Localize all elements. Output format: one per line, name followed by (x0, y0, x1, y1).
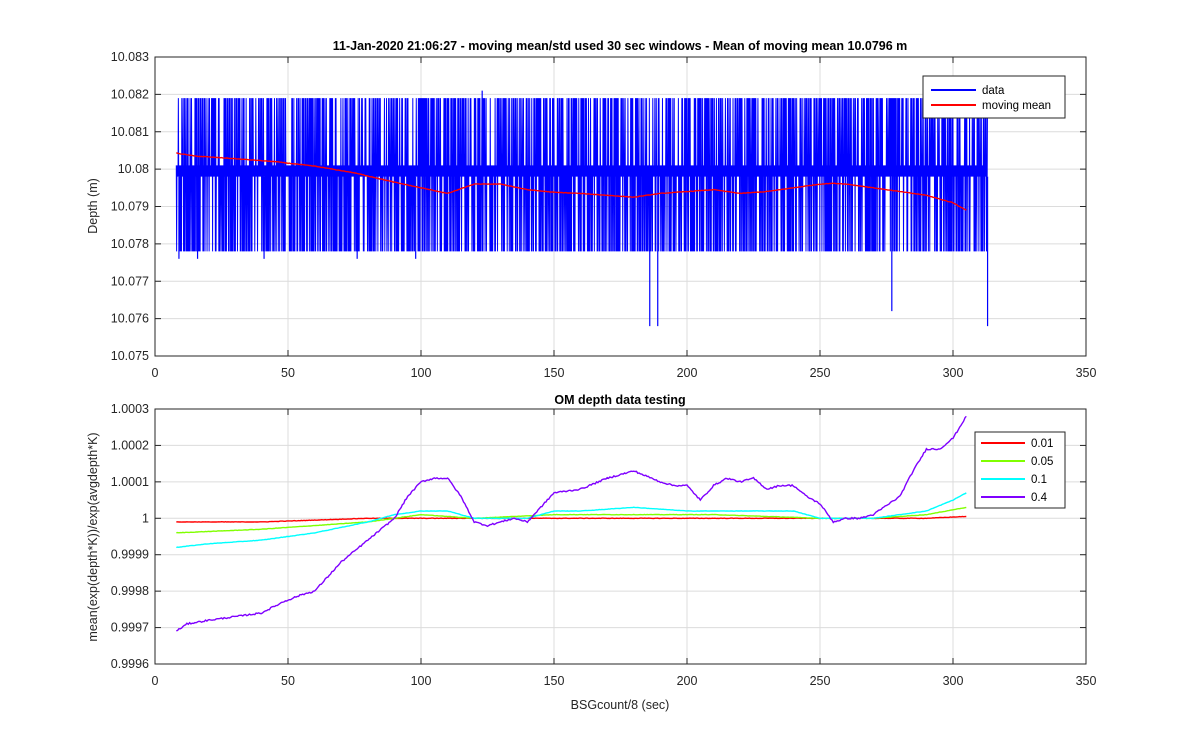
om-x-tick-label: 250 (810, 674, 831, 688)
legend-label-data: data (982, 85, 1005, 97)
om-y-tick-label: 1.0002 (111, 438, 149, 452)
depth-y-tick-label: 10.079 (111, 200, 149, 214)
depth-x-tick-label: 0 (152, 366, 159, 380)
depth-x-tick-label: 250 (810, 366, 831, 380)
depth-y-tick-label: 10.077 (111, 274, 149, 288)
om-y-tick-label: 0.9996 (111, 657, 149, 671)
om-x-tick-label: 50 (281, 674, 295, 688)
legend-label-k-0.05: 0.05 (1031, 456, 1053, 468)
om-plot: 0 50 100 150 200 250 300 350 0.9996 0.9997 0.9998 0… (86, 393, 1096, 712)
om-y-tick-label: 1.0003 (111, 402, 149, 416)
om-x-tick-label: 200 (677, 674, 698, 688)
om-x-tick-label: 350 (1076, 674, 1097, 688)
depth-plot: 0 50 100 150 200 250 300 350 10.075 10.076 10.077 1… (86, 39, 1096, 380)
depth-y-axis-label: Depth (m) (86, 178, 100, 234)
om-y-tick-label: 0.9999 (111, 548, 149, 562)
om-y-tick-label: 0.9997 (111, 621, 149, 635)
om-x-axis-label: BSGcount/8 (sec) (571, 698, 670, 712)
depth-x-tick-label: 150 (544, 366, 565, 380)
depth-x-tick-label: 350 (1076, 366, 1097, 380)
legend-label-moving-mean: moving mean (982, 100, 1051, 112)
depth-y-tick-label: 10.078 (111, 237, 149, 251)
om-x-tick-label: 100 (411, 674, 432, 688)
legend-label-k-0.01: 0.01 (1031, 438, 1053, 450)
depth-x-tick-label: 50 (281, 366, 295, 380)
om-plot-title: OM depth data testing (554, 393, 685, 407)
om-y-tick-label: 1.0001 (111, 475, 149, 489)
om-legend: 0.01 0.05 0.1 0.4 (974, 431, 1066, 509)
depth-y-tick-label: 10.08 (118, 162, 149, 176)
depth-plot-title: 11-Jan-2020 21:06:27 - moving mean/std u… (333, 39, 908, 53)
om-x-tick-label: 300 (943, 674, 964, 688)
om-y-tick-label: 0.9998 (111, 584, 149, 598)
om-y-tick-label: 1 (142, 511, 149, 525)
legend-label-k-0.4: 0.4 (1031, 492, 1048, 504)
depth-y-tick-label: 10.081 (111, 125, 149, 139)
depth-x-tick-label: 300 (943, 366, 964, 380)
depth-x-tick-label: 100 (411, 366, 432, 380)
depth-y-tick-label: 10.082 (111, 87, 149, 101)
legend-label-k-0.1: 0.1 (1031, 474, 1047, 486)
depth-y-tick-label: 10.083 (111, 50, 149, 64)
om-x-tick-label: 150 (544, 674, 565, 688)
depth-x-tick-label: 200 (677, 366, 698, 380)
depth-y-tick-label: 10.075 (111, 349, 149, 363)
depth-y-tick-label: 10.076 (111, 312, 149, 326)
figure: 0 50 100 150 200 250 300 35010.07510.07610.0771… (0, 0, 1200, 750)
om-y-axis-label: mean(exp(depth*K))/exp(avgdepth*K) (86, 432, 100, 641)
depth-legend: data moving mean (922, 75, 1066, 119)
om-x-tick-label: 0 (152, 674, 159, 688)
